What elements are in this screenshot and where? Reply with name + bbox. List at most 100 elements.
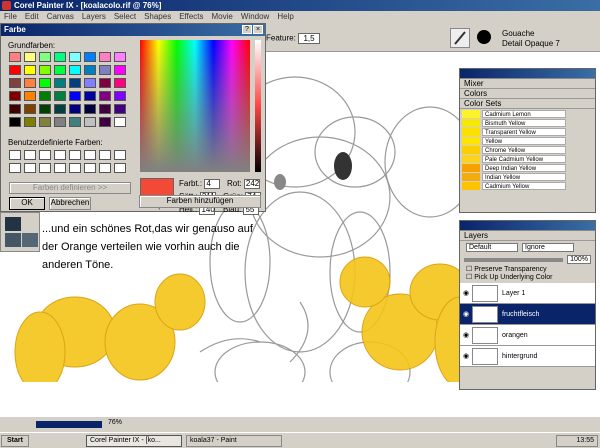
basic-color-swatch[interactable] xyxy=(9,117,21,127)
menu-item[interactable]: Layers xyxy=(78,11,110,23)
task-paint[interactable]: koala37 - Paint xyxy=(186,435,282,447)
basic-color-swatch[interactable] xyxy=(84,91,96,101)
basic-color-swatch[interactable] xyxy=(69,78,81,88)
menu-item[interactable]: Edit xyxy=(21,11,43,23)
basic-color-swatch[interactable] xyxy=(84,78,96,88)
basic-color-swatch[interactable] xyxy=(54,117,66,127)
composite-method-select[interactable]: Default xyxy=(466,243,518,252)
basic-color-swatch[interactable] xyxy=(24,91,36,101)
custom-color-swatch[interactable] xyxy=(9,163,21,173)
custom-color-swatch[interactable] xyxy=(24,163,36,173)
red-input[interactable]: 242 xyxy=(243,179,260,189)
basic-color-swatch[interactable] xyxy=(114,104,126,114)
mixer-section[interactable]: Mixer xyxy=(460,79,595,89)
layer-row[interactable]: ◉ Layer 1 xyxy=(460,283,595,304)
brush-variant-icon[interactable] xyxy=(477,30,491,44)
basic-color-swatch[interactable] xyxy=(9,104,21,114)
basic-color-swatch[interactable] xyxy=(54,65,66,75)
basic-color-swatch[interactable] xyxy=(69,65,81,75)
basic-color-swatch[interactable] xyxy=(84,117,96,127)
help-icon[interactable]: ? xyxy=(242,25,252,34)
feature-input[interactable]: 1,5 xyxy=(298,33,321,44)
thumbnail-icon[interactable] xyxy=(22,233,38,247)
color-set-item[interactable]: Bismuth Yellow xyxy=(462,118,595,127)
basic-color-swatch[interactable] xyxy=(39,65,51,75)
basic-color-swatch[interactable] xyxy=(114,117,126,127)
eye-icon[interactable]: ◉ xyxy=(460,289,472,297)
eye-icon[interactable]: ◉ xyxy=(460,310,472,318)
basic-color-swatch[interactable] xyxy=(24,78,36,88)
luminance-slider[interactable] xyxy=(255,40,261,172)
opacity-slider[interactable] xyxy=(464,257,564,262)
brush-category-icon[interactable] xyxy=(450,28,470,48)
custom-color-swatch[interactable] xyxy=(39,163,51,173)
basic-color-swatch[interactable] xyxy=(69,117,81,127)
custom-color-swatch[interactable] xyxy=(69,150,81,160)
menu-item[interactable]: Help xyxy=(273,11,297,23)
basic-color-swatch[interactable] xyxy=(99,91,111,101)
layers-section[interactable]: Layers xyxy=(460,231,595,241)
basic-color-swatch[interactable] xyxy=(84,65,96,75)
menu-item[interactable]: Canvas xyxy=(43,11,78,23)
color-set-item[interactable]: Pale Cadmium Yellow xyxy=(462,154,595,163)
layer-row[interactable]: ◉ hintergrund xyxy=(460,346,595,367)
colors-section[interactable]: Colors xyxy=(460,89,595,99)
basic-color-swatch[interactable] xyxy=(99,52,111,62)
basic-color-swatch[interactable] xyxy=(84,52,96,62)
menu-item[interactable]: Movie xyxy=(208,11,237,23)
preserve-transparency-checkbox[interactable]: ☐ Preserve Transparency xyxy=(460,265,595,273)
custom-color-swatch[interactable] xyxy=(84,150,96,160)
custom-color-swatch[interactable] xyxy=(114,163,126,173)
basic-color-swatch[interactable] xyxy=(114,78,126,88)
layer-row[interactable]: ◉ fruchtfleisch xyxy=(460,304,595,325)
color-spectrum[interactable] xyxy=(140,40,250,172)
basic-color-swatch[interactable] xyxy=(114,65,126,75)
color-set-item[interactable]: Yellow xyxy=(462,136,595,145)
opacity-value[interactable]: 100% xyxy=(567,255,591,264)
basic-color-swatch[interactable] xyxy=(99,104,111,114)
custom-color-swatch[interactable] xyxy=(54,163,66,173)
custom-color-swatch[interactable] xyxy=(24,150,36,160)
basic-color-swatch[interactable] xyxy=(84,104,96,114)
menu-item[interactable]: File xyxy=(0,11,21,23)
pick-up-underlying-checkbox[interactable]: ☐ Pick Up Underlying Color xyxy=(460,273,595,281)
add-custom-color-button[interactable]: Farben hinzufügen xyxy=(139,195,261,208)
basic-color-swatch[interactable] xyxy=(39,104,51,114)
hue-input[interactable]: 4 xyxy=(204,179,221,189)
color-set-item[interactable]: Indian Yellow xyxy=(462,172,595,181)
color-set-item[interactable]: Cadmium Yellow xyxy=(462,181,595,190)
start-button[interactable]: Start xyxy=(1,435,29,447)
basic-color-swatch[interactable] xyxy=(99,78,111,88)
basic-color-swatch[interactable] xyxy=(99,65,111,75)
brush-selector[interactable]: Gouache Detail Opaque 7 xyxy=(502,29,560,49)
basic-color-swatch[interactable] xyxy=(54,78,66,88)
cancel-button[interactable]: Abbrechen xyxy=(49,197,91,210)
basic-color-swatch[interactable] xyxy=(24,117,36,127)
color-set-item[interactable]: Cadmium Lemon xyxy=(462,109,595,118)
custom-color-swatch[interactable] xyxy=(114,150,126,160)
color-set-item[interactable]: Chrome Yellow xyxy=(462,145,595,154)
layer-row[interactable]: ◉ orangen xyxy=(460,325,595,346)
custom-color-swatch[interactable] xyxy=(99,150,111,160)
menu-item[interactable]: Effects xyxy=(175,11,207,23)
menu-item[interactable]: Select xyxy=(110,11,140,23)
basic-color-swatch[interactable] xyxy=(114,52,126,62)
basic-color-swatch[interactable] xyxy=(24,104,36,114)
custom-color-swatch[interactable] xyxy=(9,150,21,160)
basic-color-swatch[interactable] xyxy=(39,91,51,101)
basic-color-swatch[interactable] xyxy=(54,91,66,101)
task-painter[interactable]: Corel Painter IX - [ko... xyxy=(86,435,182,447)
basic-color-swatch[interactable] xyxy=(9,78,21,88)
basic-color-swatch[interactable] xyxy=(69,104,81,114)
zoom-slider[interactable] xyxy=(36,421,102,428)
basic-color-swatch[interactable] xyxy=(39,52,51,62)
define-colors-button[interactable]: Farben definieren >> xyxy=(9,182,131,194)
basic-color-swatch[interactable] xyxy=(54,104,66,114)
basic-color-swatch[interactable] xyxy=(9,65,21,75)
basic-color-swatch[interactable] xyxy=(24,65,36,75)
custom-color-swatch[interactable] xyxy=(39,150,51,160)
custom-color-swatch[interactable] xyxy=(99,163,111,173)
basic-color-swatch[interactable] xyxy=(9,52,21,62)
thumbnail-icon[interactable] xyxy=(5,233,21,247)
basic-color-swatch[interactable] xyxy=(39,117,51,127)
